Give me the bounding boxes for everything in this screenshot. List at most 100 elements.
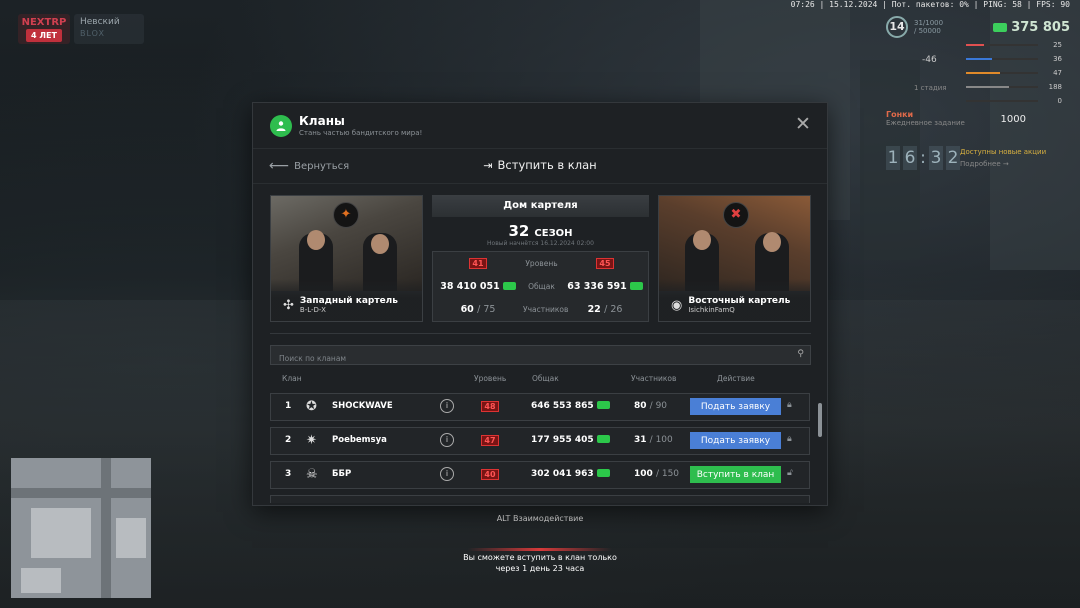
table-row: 3 ☠ ББР i 40 302 041 963 100 / 150 Вступ…	[270, 461, 810, 489]
cash-icon	[596, 468, 610, 477]
stat-label: Уровень	[525, 259, 558, 268]
east-members: 22	[587, 304, 601, 315]
col-members: Участников	[631, 374, 677, 383]
cartel-photo: ✖	[659, 196, 810, 291]
clock-digit: 3	[929, 146, 943, 170]
bar-fill-1	[966, 58, 992, 60]
join-clan-button[interactable]: Вступить в клан	[690, 466, 781, 483]
table-row: 1 ✪ SHOCKWAVE i 48 646 553 865 80 / 90 П…	[270, 393, 810, 421]
money-value: 375 805	[1011, 19, 1070, 35]
clan-members-max: 150	[661, 469, 680, 479]
bar-row: 188	[966, 80, 1062, 94]
col-total: Общак	[532, 374, 559, 383]
info-icon[interactable]: i	[440, 433, 454, 447]
unlock-icon: 🔓︎	[787, 468, 793, 478]
close-icon[interactable]: ✕	[795, 115, 811, 134]
west-members: 60	[460, 304, 474, 315]
season-next: Новый начнётся 16.12.2024 02:00	[487, 240, 594, 247]
bar-row: 47	[966, 66, 1062, 80]
clan-total: 177 955 405	[531, 435, 594, 445]
cash-icon	[502, 281, 516, 290]
info-icon[interactable]: i	[440, 399, 454, 413]
brand-sub: 4 ЛЕТ	[26, 29, 62, 42]
info-icon[interactable]: i	[440, 467, 454, 481]
cooldown-line: через 1 день 23 часа	[495, 564, 585, 573]
clan-name: ББР	[332, 469, 352, 479]
back-button[interactable]: ⟵ Вернуться	[269, 158, 349, 174]
home-title: Дом картеля	[432, 195, 649, 217]
wolf-emblem-icon: ✪	[306, 399, 317, 414]
west-cartel-card[interactable]: ✦ ✣ Западный картель B-L-D-X	[270, 195, 423, 322]
east-level-badge: 45	[596, 258, 614, 269]
player-money: 375 805	[993, 20, 1070, 35]
cash-icon	[993, 22, 1008, 32]
cartel-tag: IsichkinFamQ	[688, 306, 735, 314]
west-members-max: 75	[483, 304, 496, 315]
clan-table-header: Клан Уровень Общак Участников Действие	[270, 374, 811, 388]
bar-row: 0	[966, 94, 1062, 108]
clock-digit: 1	[886, 146, 900, 170]
cartel-member-head	[307, 230, 325, 250]
bar-fill-3	[966, 86, 1010, 88]
east-total: 63 336 591	[567, 281, 627, 292]
bar-value: 0	[1057, 97, 1062, 105]
door-enter-icon: ⇥	[483, 159, 493, 172]
map-road	[11, 488, 151, 498]
race-title: Гонки	[886, 110, 914, 119]
bar-value: 188	[1048, 83, 1062, 91]
clock-colon: :	[920, 148, 926, 168]
clan-level-badge: 40	[481, 469, 499, 480]
clan-members-max: 90	[655, 401, 668, 411]
season-word: СЕЗОН	[534, 228, 573, 239]
col-level: Уровень	[474, 374, 507, 383]
brand-logo: NEXTRP 4 ЛЕТ	[18, 14, 70, 44]
promo-more-link[interactable]: Подробнее →	[960, 160, 1046, 168]
clan-name: Poebemsya	[332, 435, 387, 445]
stat-row-total: 38 410 051 Общак 63 336 591	[433, 275, 648, 298]
apply-button[interactable]: Подать заявку	[690, 432, 781, 449]
promo-notice[interactable]: Доступны новые акции Подробнее →	[960, 148, 1046, 168]
brand-name: NEXTRP	[21, 17, 67, 28]
player-xp: 31/1000 / 50000	[914, 19, 944, 35]
bar-value: 36	[1053, 55, 1062, 63]
search-input[interactable]	[271, 349, 810, 368]
crossed-swords-emblem-icon: ✖	[723, 202, 749, 228]
users-icon	[270, 114, 292, 137]
promo-title: Доступны новые акции	[960, 148, 1047, 156]
divider	[270, 333, 811, 334]
cash-icon	[596, 434, 610, 443]
col-action: Действие	[717, 374, 755, 383]
season-number: 32	[508, 222, 530, 240]
clan-search: ⚲	[270, 345, 811, 368]
modal-titles: Кланы Стань частью бандитского мира!	[299, 114, 422, 137]
minimap[interactable]	[11, 458, 151, 598]
status-line: 07:26 | 15.12.2024 | Пот. пакетов: 0% | …	[790, 0, 1070, 9]
bar-fill-2	[966, 72, 1000, 74]
cartel-info: ◉ Восточный картель IsichkinFamQ	[659, 279, 810, 321]
east-cartel-card[interactable]: ✖ ◉ Восточный картель IsichkinFamQ	[658, 195, 811, 322]
bar-value: 25	[1053, 41, 1062, 49]
clan-level-badge: 47	[481, 435, 499, 446]
cartel-member-head	[371, 234, 389, 254]
lock-icon: 🔒︎	[787, 400, 792, 410]
cartel-name: Восточный картель	[688, 296, 791, 306]
apply-button[interactable]: Подать заявку	[690, 398, 781, 415]
table-row: 2 ✷ Poebemsya i 47 177 955 405 31 / 100 …	[270, 427, 810, 455]
stat-row-members: 60 / 75 Участников 22 / 26	[460, 304, 623, 315]
map-road	[101, 458, 111, 598]
modal-header: Кланы Стань частью бандитского мира! ✕	[253, 103, 827, 149]
east-members-max: 26	[610, 304, 623, 315]
cash-icon	[629, 281, 643, 290]
clan-members: 80	[634, 401, 647, 411]
col-clan: Клан	[282, 374, 302, 383]
west-level-badge: 41	[469, 258, 487, 269]
daily-race[interactable]: Гонки Ежедневное задание 1000	[886, 110, 1066, 130]
cooldown-line: Вы сможете вступить в клан только	[463, 553, 617, 562]
game-clock: 1 6 : 3 2	[886, 146, 960, 170]
search-icon[interactable]: ⚲	[797, 349, 804, 359]
join-cooldown-notice: Вы сможете вступить в клан только через …	[460, 548, 620, 574]
interaction-hint: ALT Взаимодействие	[496, 514, 584, 523]
map-block	[21, 568, 61, 593]
cartel-stats: 41 Уровень 45 38 410 051 Общак 63 336 59…	[432, 251, 649, 322]
clan-list-scrollbar[interactable]	[818, 403, 822, 437]
